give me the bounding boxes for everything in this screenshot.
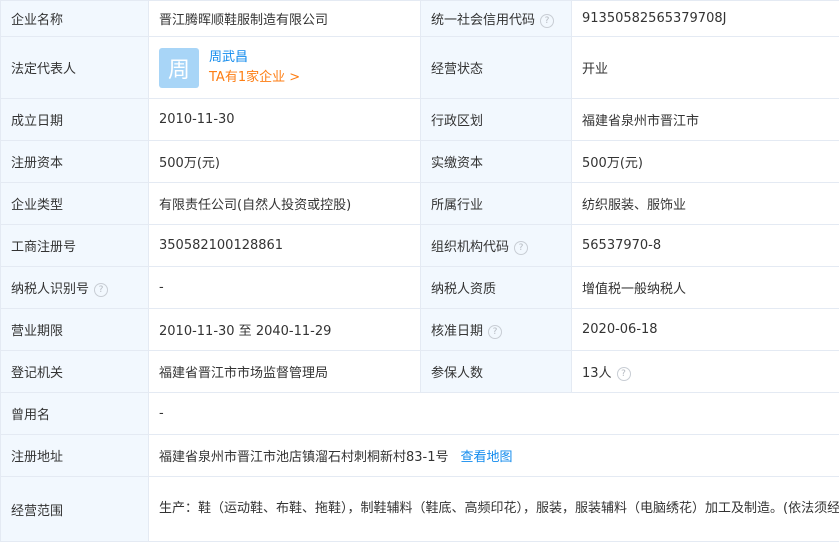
- legal-rep-name-link[interactable]: 周武昌: [209, 48, 300, 68]
- company-info-table: 企业名称 晋江腾晖顺鞋服制造有限公司 统一社会信用代码? 91350582565…: [0, 0, 839, 542]
- label-used-name: 曾用名: [0, 392, 149, 435]
- label-business-scope: 经营范围: [0, 476, 149, 542]
- label-approval-date: 核准日期?: [420, 308, 572, 351]
- label-registered-capital: 注册资本: [0, 140, 149, 183]
- value-used-name: -: [148, 392, 839, 435]
- table-row: 经营范围 生产：鞋（运动鞋、布鞋、拖鞋），制鞋辅料（鞋底、高频印花），服装，服装…: [0, 476, 839, 542]
- table-row: 曾用名 -: [0, 392, 839, 435]
- table-row: 营业期限 2010-11-30 至 2040-11-29 核准日期? 2020-…: [0, 308, 839, 351]
- value-legal-rep: 周 周武昌 TA有1家企业 >: [148, 36, 421, 99]
- label-org-code: 组织机构代码?: [420, 224, 572, 267]
- value-company-name: 晋江腾晖顺鞋服制造有限公司: [148, 0, 421, 37]
- value-region: 福建省泉州市晋江市: [571, 98, 839, 141]
- table-row: 企业名称 晋江腾晖顺鞋服制造有限公司 统一社会信用代码? 91350582565…: [0, 0, 839, 37]
- value-registration-authority: 福建省晋江市市场监督管理局: [148, 350, 421, 393]
- question-circle-icon[interactable]: ?: [488, 324, 503, 339]
- label-taxpayer-id: 纳税人识别号?: [0, 266, 149, 309]
- value-registered-capital: 500万(元): [148, 140, 421, 183]
- table-row: 法定代表人 周 周武昌 TA有1家企业 > 经营状态 开业: [0, 36, 839, 99]
- label-business-term: 营业期限: [0, 308, 149, 351]
- label-paid-capital: 实缴资本: [420, 140, 572, 183]
- label-region: 行政区划: [420, 98, 572, 141]
- label-reg-number: 工商注册号: [0, 224, 149, 267]
- label-taxpayer-qualification: 纳税人资质: [420, 266, 572, 309]
- value-reg-number: 350582100128861: [148, 224, 421, 267]
- value-business-term: 2010-11-30 至 2040-11-29: [148, 308, 421, 351]
- value-paid-capital: 500万(元): [571, 140, 839, 183]
- value-taxpayer-id: -: [148, 266, 421, 309]
- label-credit-code: 统一社会信用代码?: [420, 0, 572, 37]
- label-address: 注册地址: [0, 434, 149, 477]
- label-company-type: 企业类型: [0, 182, 149, 225]
- view-map-link[interactable]: 查看地图: [461, 450, 513, 465]
- label-industry: 所属行业: [420, 182, 572, 225]
- label-insured-count: 参保人数: [420, 350, 572, 393]
- value-established: 2010-11-30: [148, 98, 421, 141]
- table-row: 注册资本 500万(元) 实缴资本 500万(元): [0, 140, 839, 183]
- value-insured-count: 13人?: [571, 350, 839, 393]
- value-address: 福建省泉州市晋江市池店镇溜石村刺桐新村83-1号 查看地图: [148, 434, 839, 477]
- label-established: 成立日期: [0, 98, 149, 141]
- label-registration-authority: 登记机关: [0, 350, 149, 393]
- label-company-name: 企业名称: [0, 0, 149, 37]
- table-row: 成立日期 2010-11-30 行政区划 福建省泉州市晋江市: [0, 98, 839, 141]
- question-circle-icon[interactable]: ?: [540, 13, 555, 28]
- value-company-type: 有限责任公司(自然人投资或控股): [148, 182, 421, 225]
- table-row: 纳税人识别号? - 纳税人资质 增值税一般纳税人: [0, 266, 839, 309]
- value-credit-code: 91350582565379708J: [571, 0, 839, 37]
- table-row: 企业类型 有限责任公司(自然人投资或控股) 所属行业 纺织服装、服饰业: [0, 182, 839, 225]
- value-business-scope: 生产：鞋（运动鞋、布鞋、拖鞋），制鞋辅料（鞋底、高频印花），服装，服装辅料（电脑…: [148, 476, 839, 542]
- value-org-code: 56537970-8: [571, 224, 839, 267]
- question-circle-icon[interactable]: ?: [94, 282, 109, 297]
- value-status: 开业: [571, 36, 839, 99]
- value-taxpayer-qualification: 增值税一般纳税人: [571, 266, 839, 309]
- table-row: 工商注册号 350582100128861 组织机构代码? 56537970-8: [0, 224, 839, 267]
- value-industry: 纺织服装、服饰业: [571, 182, 839, 225]
- table-row: 登记机关 福建省晋江市市场监督管理局 参保人数 13人?: [0, 350, 839, 393]
- question-circle-icon[interactable]: ?: [514, 240, 529, 255]
- label-legal-rep: 法定代表人: [0, 36, 149, 99]
- question-circle-icon[interactable]: ?: [616, 366, 631, 381]
- label-status: 经营状态: [420, 36, 572, 99]
- value-approval-date: 2020-06-18: [571, 308, 839, 351]
- avatar-icon[interactable]: 周: [159, 47, 199, 88]
- legal-rep-companies-link[interactable]: TA有1家企业 >: [209, 68, 300, 88]
- table-row: 注册地址 福建省泉州市晋江市池店镇溜石村刺桐新村83-1号 查看地图: [0, 434, 839, 477]
